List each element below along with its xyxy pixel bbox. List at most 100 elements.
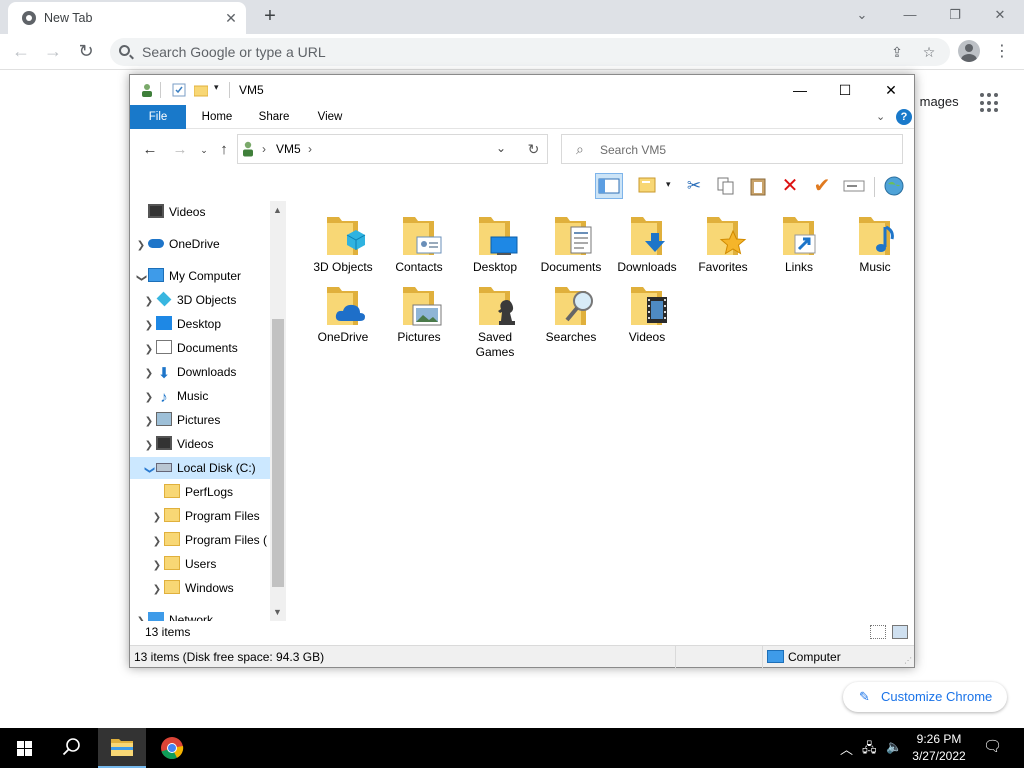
explorer-forward-button[interactable]: → xyxy=(170,141,190,159)
google-apps-icon[interactable] xyxy=(980,93,1000,113)
scroll-down-icon[interactable]: ▼ xyxy=(273,607,282,617)
nav-item-downloads[interactable]: ❯ ⬇ Downloads xyxy=(142,361,237,385)
network-tray-icon[interactable]: 🖧 xyxy=(862,739,877,761)
profile-avatar-icon[interactable] xyxy=(958,40,980,62)
expand-chevron-icon[interactable]: ❯ xyxy=(142,315,156,337)
share-icon[interactable]: ⇪ xyxy=(886,41,908,63)
expand-chevron-icon[interactable]: ❯ xyxy=(142,339,156,361)
bookmark-star-icon[interactable]: ☆ xyxy=(918,41,940,63)
images-link[interactable]: Images xyxy=(916,94,959,109)
expand-chevron-icon[interactable]: ❯ xyxy=(150,555,164,577)
folder-onedrive[interactable]: OneDrive xyxy=(306,279,380,349)
nav-item-program-files-x86[interactable]: ❯ Program Files ( xyxy=(150,529,267,551)
breadcrumb-chevron-icon[interactable]: › xyxy=(308,142,312,156)
customize-chrome-button[interactable]: ✎ Customize Chrome xyxy=(843,682,1007,712)
minimize-icon[interactable]: — xyxy=(890,4,930,28)
tab-search-icon[interactable]: ⌄ xyxy=(842,4,882,28)
file-explorer-taskbar-icon[interactable] xyxy=(98,728,146,768)
up-level-button[interactable]: ↑ xyxy=(214,141,234,159)
folder-pictures[interactable]: Pictures xyxy=(382,279,456,349)
expand-chevron-icon[interactable]: ❯ xyxy=(134,611,148,621)
nav-item-onedrive[interactable]: ❯ OneDrive xyxy=(134,233,220,255)
folder-videos[interactable]: Videos xyxy=(610,279,684,349)
new-folder-icon[interactable] xyxy=(194,83,208,97)
back-button[interactable]: ← xyxy=(8,39,34,65)
nav-item-network[interactable]: ❯Network xyxy=(134,609,213,621)
omnibox-input[interactable] xyxy=(142,42,882,62)
chrome-taskbar-icon[interactable] xyxy=(148,728,196,768)
omnibox[interactable]: ⇪ ☆ xyxy=(110,38,950,66)
quick-access-dropdown-icon[interactable]: ▾ xyxy=(214,82,219,93)
layout-dropdown-button[interactable] xyxy=(635,173,663,199)
folder-saved-games[interactable]: Saved Games xyxy=(458,279,532,363)
folder-favorites[interactable]: Favorites xyxy=(686,209,760,279)
properties-icon[interactable] xyxy=(172,83,186,97)
expand-chevron-icon[interactable]: ❯ xyxy=(150,531,164,553)
recent-locations-icon[interactable]: ⌄ xyxy=(194,141,214,159)
explorer-search-input[interactable] xyxy=(600,141,890,159)
nav-item-my-computer[interactable]: ❯ My Computer xyxy=(134,265,241,287)
checkmark-icon[interactable]: ✔ xyxy=(808,173,836,199)
nav-item-users[interactable]: ❯ Users xyxy=(150,553,216,575)
tab-home[interactable]: Home xyxy=(192,105,242,129)
nav-item-music[interactable]: ❯ ♪ Music xyxy=(142,385,209,407)
collapse-chevron-icon[interactable]: ❯ xyxy=(130,271,152,285)
folder-links[interactable]: Links xyxy=(762,209,836,279)
navigation-pane-button[interactable] xyxy=(595,173,623,199)
close-window-icon[interactable]: ✕ xyxy=(980,4,1020,28)
navigation-scrollbar[interactable]: ▲ ▼ xyxy=(270,201,286,621)
refresh-button[interactable]: ↻ xyxy=(520,134,548,164)
expand-chevron-icon[interactable]: ❯ xyxy=(150,579,164,601)
nav-item-videos-top[interactable]: Videos xyxy=(148,201,205,223)
chrome-menu-icon[interactable]: ⋮ xyxy=(994,40,1010,64)
details-view-icon[interactable] xyxy=(870,625,886,639)
tab-file[interactable]: File xyxy=(130,105,186,129)
scrollbar-thumb[interactable] xyxy=(272,319,284,587)
explorer-search-box[interactable]: ⌕ xyxy=(561,134,903,164)
explorer-maximize-icon[interactable]: ☐ xyxy=(822,75,868,105)
globe-icon[interactable] xyxy=(880,173,908,199)
tab-share[interactable]: Share xyxy=(250,105,298,129)
restore-icon[interactable]: ❐ xyxy=(935,4,975,28)
address-bar[interactable]: › VM5 › ⌄ xyxy=(237,134,548,164)
nav-item-documents[interactable]: ❯ Documents xyxy=(142,337,238,359)
expand-chevron-icon[interactable]: ❯ xyxy=(150,507,164,529)
search-icon[interactable] xyxy=(48,728,96,768)
collapse-chevron-icon[interactable]: ❯ xyxy=(138,463,160,477)
folder-3d-objects[interactable]: 3D Objects xyxy=(306,209,380,279)
new-tab-button[interactable]: + xyxy=(258,5,282,29)
folder-documents[interactable]: Documents xyxy=(534,209,608,279)
expand-chevron-icon[interactable]: ❯ xyxy=(142,291,156,313)
notifications-icon[interactable]: 🗨 xyxy=(983,737,1002,755)
help-icon[interactable]: ? xyxy=(896,109,912,125)
nav-item-videos[interactable]: ❯ Videos xyxy=(142,433,213,455)
expand-chevron-icon[interactable]: ❯ xyxy=(142,363,156,385)
windows-start-icon[interactable] xyxy=(0,728,48,768)
reload-button[interactable]: ↻ xyxy=(73,39,99,65)
folder-downloads[interactable]: Downloads xyxy=(610,209,684,279)
ribbon-expand-icon[interactable]: ⌄ xyxy=(876,110,885,123)
resize-grip-icon[interactable]: ⋰ xyxy=(904,656,912,665)
large-icons-view-icon[interactable] xyxy=(892,625,908,639)
folder-desktop[interactable]: Desktop xyxy=(458,209,532,279)
nav-item-local-disk[interactable]: ❯ Local Disk (C:) xyxy=(130,457,270,479)
taskbar-clock[interactable]: 9:26 PM 3/27/2022 xyxy=(904,731,974,765)
nav-item-pictures[interactable]: ❯ Pictures xyxy=(142,409,220,431)
address-dropdown-icon[interactable]: ⌄ xyxy=(496,141,506,155)
layout-dropdown-icon[interactable]: ▾ xyxy=(666,179,671,190)
breadcrumb[interactable]: VM5 xyxy=(276,142,301,156)
scroll-up-icon[interactable]: ▲ xyxy=(273,205,282,215)
explorer-back-button[interactable]: ← xyxy=(140,141,160,159)
chrome-tab[interactable]: New Tab ✕ xyxy=(8,2,246,34)
nav-item-perflogs[interactable]: PerfLogs xyxy=(164,481,233,503)
expand-chevron-icon[interactable]: ❯ xyxy=(142,435,156,457)
nav-item-windows[interactable]: ❯ Windows xyxy=(150,577,234,599)
expand-chevron-icon[interactable]: ❯ xyxy=(142,411,156,433)
copy-icon[interactable] xyxy=(712,173,740,199)
nav-item-desktop[interactable]: ❯ Desktop xyxy=(142,313,221,335)
tab-close-icon[interactable]: ✕ xyxy=(222,9,240,27)
delete-icon[interactable]: ✕ xyxy=(776,173,804,199)
explorer-minimize-icon[interactable]: — xyxy=(777,75,823,105)
nav-item-program-files[interactable]: ❯ Program Files xyxy=(150,505,260,527)
folder-music[interactable]: Music xyxy=(838,209,912,279)
